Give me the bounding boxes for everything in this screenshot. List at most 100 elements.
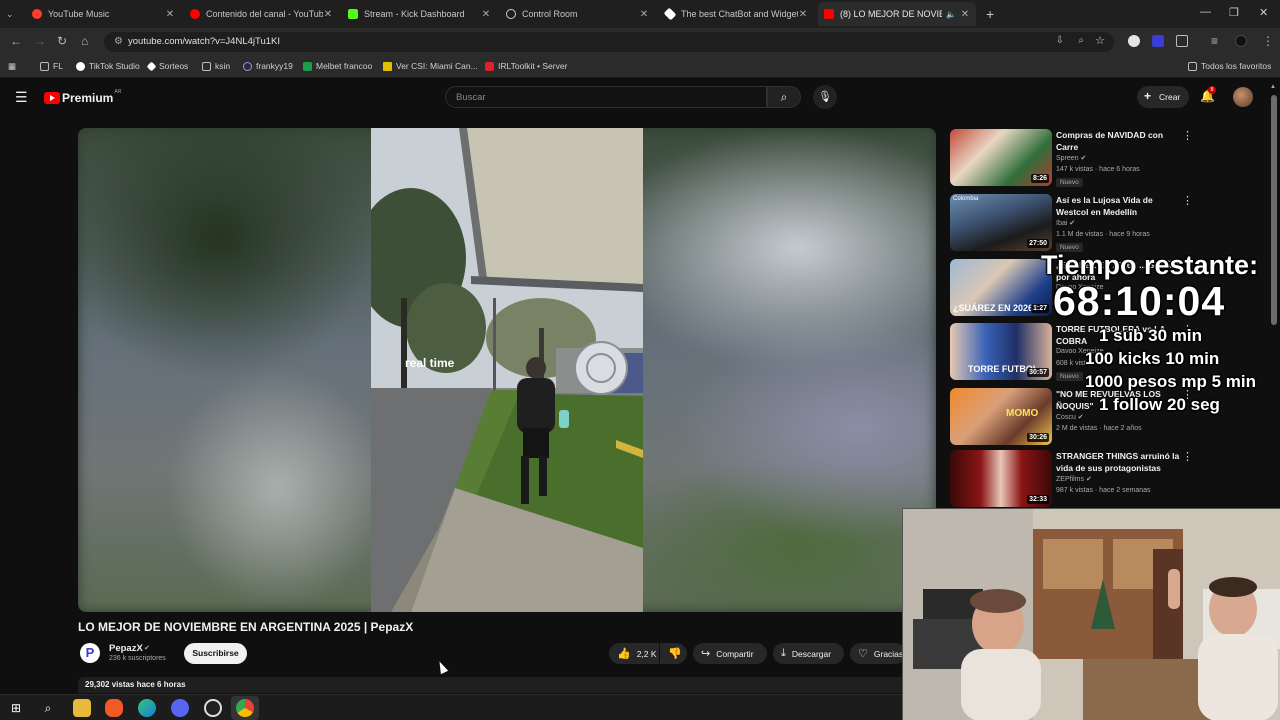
new-tab-button[interactable]: + [980,2,998,26]
webcam-image [903,509,1280,720]
video-title[interactable]: Compras de NAVIDAD con Carre [1056,129,1184,153]
tab-kick-dashboard[interactable]: Stream - Kick Dashboard ✕ [342,2,497,26]
kebab-menu-icon[interactable]: ⋮ [1262,34,1274,48]
bookmark-fl[interactable]: FL [40,61,63,71]
youtube-logo[interactable]: Premium AR [44,89,122,105]
puzzle-icon[interactable] [1176,35,1188,47]
close-icon[interactable]: ✕ [798,9,808,20]
avatar[interactable] [1233,87,1253,107]
bookmark-label: IRLToolkit • Server [498,61,568,71]
create-button[interactable]: + Crear [1137,86,1189,108]
video-thumbnail[interactable]: 32:33 [950,450,1052,507]
description-box[interactable]: 29,302 vistas hace 6 horas [78,677,906,693]
obs-icon[interactable] [204,699,222,717]
close-icon[interactable]: ✕ [481,9,491,20]
bookmark-tiktok-studio[interactable]: TikTok Studio [76,61,140,71]
zoom-icon[interactable]: ⌕ [1078,35,1084,46]
windows-icon[interactable]: ⊞ [7,699,25,717]
share-button[interactable]: ↪ Compartir [693,643,767,664]
brave-icon[interactable] [105,699,123,717]
more-actions-icon[interactable]: ⋮ [1182,194,1193,207]
address-bar[interactable]: ⚙ youtube.com/watch?v=J4NL4jTu1KI ⇩ ⌕ ☆ [104,32,1114,52]
video-duration: 1:27 [1030,304,1049,313]
recommendation-item[interactable]: Colombia 27:50 Así es la Lujosa Vida de … [950,194,1200,254]
back-arrow-icon[interactable]: ← [10,34,22,48]
channel-line[interactable]: ZEPfilms ✔ [1056,475,1186,483]
bookmark-csi-miami[interactable]: Ver CSI: Miami Can... [383,61,478,71]
tab-search-button[interactable]: ⌄ [0,2,24,26]
close-icon[interactable]: ✕ [960,9,970,20]
youtube-masthead: ☰ Premium AR Buscar ⌕ 🎙 + Crear 🔔 8 [0,78,1280,118]
globe-icon [506,9,516,19]
timer-rule: 1 follow 20 seg [1099,395,1220,414]
recommendation-item[interactable]: 32:33 STRANGER THINGS arruinó la vida de… [950,450,1200,510]
media-controls-icon[interactable]: ≡ [1211,34,1218,48]
video-thumbnail[interactable]: MOMO 30:26 [950,388,1052,445]
apps-grid-icon[interactable]: ▦ [8,61,16,72]
forward-arrow-icon[interactable]: → [34,34,46,48]
scrollbar-thumb[interactable] [1271,95,1277,325]
speaker-icon[interactable]: 🔈 [946,10,956,19]
translate-extension-icon[interactable] [1152,35,1164,47]
all-bookmarks[interactable]: Todos los favoritos [1188,61,1271,71]
search-input[interactable]: Buscar [445,86,767,108]
hamburger-menu-icon[interactable]: ☰ [15,89,28,106]
channel-line[interactable]: Spreen ✔ [1056,154,1186,162]
more-actions-icon[interactable]: ⋮ [1182,129,1193,142]
scroll-up-arrow-icon[interactable]: ▲ [1270,84,1276,90]
bookmark-star-icon[interactable]: ☆ [1095,34,1105,47]
bookmark-sorteos[interactable]: Sorteos [146,61,188,71]
bookmark-ksin[interactable]: ksin [202,61,230,71]
youtube-studio-icon [190,9,200,19]
close-icon[interactable]: ✕ [639,9,649,20]
video-thumbnail[interactable]: TORRE FUTBOL 30:57 [950,323,1052,380]
tab-youtube-video[interactable]: (8) LO MEJOR DE NOVIEMB 🔈 ✕ [818,2,976,26]
subscribe-button[interactable]: Suscribirse [184,643,247,664]
youtube-music-icon [32,9,42,19]
video-watermark: real time [405,356,455,370]
install-app-icon[interactable]: ⇩ [1056,35,1064,46]
search-icon[interactable]: ⌕ [39,699,57,717]
file-explorer-icon[interactable] [73,699,91,717]
video-title[interactable]: Así es la Lujosa Vida de Westcol en Mede… [1056,194,1184,218]
window-close-icon[interactable]: ✕ [1259,6,1268,19]
home-icon[interactable]: ⌂ [81,34,88,48]
bookmark-irltoolkit[interactable]: IRLToolkit • Server [485,61,567,71]
thanks-button[interactable]: ♡ Gracias [850,643,906,664]
channel-name[interactable]: PepazX [109,643,143,654]
region-code: AR [114,89,122,95]
reload-icon[interactable]: ↻ [57,34,67,48]
search-button[interactable]: ⌕ [767,86,801,108]
share-arrow-icon: ↪ [701,648,711,660]
video-thumbnail[interactable]: Colombia 27:50 [950,194,1052,251]
video-thumbnail[interactable]: 8:26 [950,129,1052,186]
restore-icon[interactable]: ❐ [1229,6,1239,19]
bookmark-melbet[interactable]: Melbet francoo [303,61,372,71]
tab-channel-content[interactable]: Contenido del canal - YouTube ✕ [184,2,339,26]
recommendation-item[interactable]: 8:26 Compras de NAVIDAD con Carre Spreen… [950,129,1200,189]
dislike-button[interactable]: 👎 [660,643,687,664]
like-button[interactable]: 👍 2,2 K [609,643,659,664]
tab-control-room[interactable]: Control Room ✕ [500,2,655,26]
channel-avatar[interactable]: P [80,643,100,663]
tab-youtube-music[interactable]: YouTube Music ✕ [26,2,181,26]
close-icon[interactable]: ✕ [165,9,175,20]
channel-line[interactable]: Ibai ✔ [1056,219,1186,227]
site-info-icon[interactable]: ⚙ [114,36,123,47]
discord-icon[interactable] [171,699,189,717]
tab-chatbot-widgets[interactable]: The best ChatBot and Widgets ✕ [659,2,814,26]
profile-icon[interactable] [1235,35,1247,47]
edge-icon[interactable] [138,699,156,717]
video-meta: 987 k vistas · hace 2 semanas [1056,487,1151,494]
voice-search-button[interactable]: 🎙 [813,85,837,109]
video-player[interactable]: real time [78,128,936,612]
download-button[interactable]: ⤓ Descargar [773,643,844,664]
minimize-icon[interactable]: — [1200,6,1211,18]
bookmark-frankyy19[interactable]: frankyy19 [243,61,293,71]
chrome-icon[interactable] [236,699,254,717]
more-actions-icon[interactable]: ⋮ [1182,450,1193,463]
video-thumbnail[interactable]: ¿SUÁREZ EN 2026? 1:27 [950,259,1052,316]
extension-icon[interactable] [1128,35,1140,47]
video-title[interactable]: STRANGER THINGS arruinó la vida de sus p… [1056,450,1184,474]
close-icon[interactable]: ✕ [323,9,333,20]
